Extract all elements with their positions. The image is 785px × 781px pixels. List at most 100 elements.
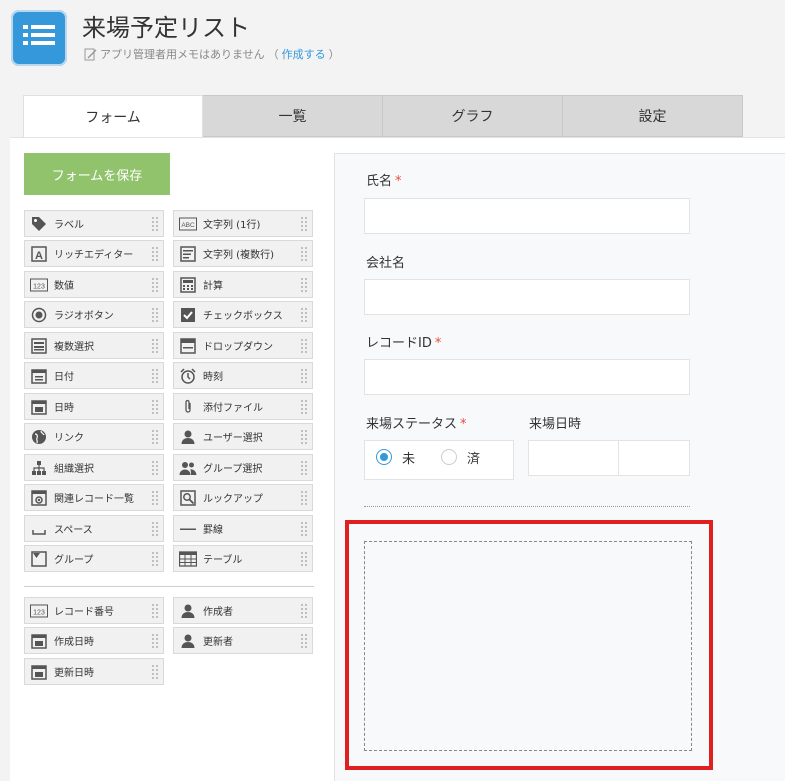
palette-radio[interactable]: ラジオボタン: [24, 301, 164, 328]
save-form-button[interactable]: フォームを保存: [24, 153, 170, 195]
drag-handle[interactable]: [151, 429, 159, 445]
palette-related-records[interactable]: 関連レコード一覧: [24, 484, 164, 511]
drag-handle[interactable]: [151, 277, 159, 293]
drag-handle[interactable]: [300, 460, 308, 476]
drag-handle[interactable]: [151, 216, 159, 232]
drag-handle[interactable]: [151, 603, 159, 619]
drag-handle[interactable]: [151, 521, 159, 537]
palette-org-select[interactable]: 組織選択: [24, 454, 164, 481]
palette-label-text: 時刻: [203, 372, 223, 383]
tab-settings[interactable]: 設定: [563, 95, 743, 137]
drag-handle[interactable]: [300, 551, 308, 567]
drag-handle[interactable]: [151, 633, 159, 649]
palette-lookup[interactable]: ルックアップ: [173, 484, 313, 511]
number-icon: 123: [30, 276, 48, 294]
palette-multi-line-text[interactable]: 文字列 (複数行): [173, 240, 313, 267]
drag-handle[interactable]: [300, 368, 308, 384]
palette-table[interactable]: テーブル: [173, 545, 313, 572]
drag-handle[interactable]: [300, 521, 308, 537]
drag-handle[interactable]: [300, 603, 308, 619]
palette-group[interactable]: グループ: [24, 545, 164, 572]
drag-handle[interactable]: [300, 399, 308, 415]
visit-date-field[interactable]: [528, 440, 619, 476]
text-abc-icon: ABC: [179, 215, 197, 233]
users-icon: [179, 459, 197, 477]
palette-time[interactable]: 時刻: [173, 362, 313, 389]
drag-handle[interactable]: [151, 490, 159, 506]
radio-option-sumi[interactable]: [441, 449, 457, 465]
palette-label-text: ドロップダウン: [203, 342, 273, 353]
palette-label-text: 組織選択: [54, 464, 94, 475]
palette-label-text: 日時: [54, 403, 74, 414]
palette-label-text: テーブル: [203, 555, 243, 566]
palette-number[interactable]: 123 数値: [24, 271, 164, 298]
checkbox-icon: [179, 306, 197, 324]
drag-handle[interactable]: [151, 664, 159, 680]
palette-label-text: グループ選択: [203, 464, 263, 475]
drag-handle[interactable]: [300, 277, 308, 293]
palette-checkbox[interactable]: チェックボックス: [173, 301, 313, 328]
name-field[interactable]: [364, 198, 690, 234]
palette-calc[interactable]: 計算: [173, 271, 313, 298]
drag-handle[interactable]: [300, 338, 308, 354]
user-icon: [179, 428, 197, 446]
table-icon: [179, 550, 197, 568]
form-separator: [364, 506, 690, 507]
dropdown-icon: [179, 337, 197, 355]
radio-button-icon: [30, 306, 48, 324]
drag-handle[interactable]: [300, 216, 308, 232]
palette-created-datetime[interactable]: 作成日時: [24, 627, 164, 654]
memo-create-link[interactable]: 作成する: [282, 46, 326, 62]
palette-rich-editor[interactable]: A リッチエディター: [24, 240, 164, 267]
drag-handle[interactable]: [151, 399, 159, 415]
palette-link[interactable]: リンク: [24, 423, 164, 450]
radio-option-mi[interactable]: [376, 449, 392, 465]
palette-updater[interactable]: 更新者: [173, 627, 313, 654]
palette-creator[interactable]: 作成者: [173, 597, 313, 624]
text-multiline-icon: [179, 245, 197, 263]
palette-dropdown[interactable]: ドロップダウン: [173, 332, 313, 359]
visit-time-field[interactable]: [618, 440, 690, 476]
drag-handle[interactable]: [151, 460, 159, 476]
drag-handle[interactable]: [300, 490, 308, 506]
drag-handle[interactable]: [151, 338, 159, 354]
palette-record-number[interactable]: 123 レコード番号: [24, 597, 164, 624]
palette-multi-select[interactable]: 複数選択: [24, 332, 164, 359]
calendar-icon: [30, 367, 48, 385]
palette-single-line-text[interactable]: ABC 文字列 (1行): [173, 210, 313, 237]
tab-list[interactable]: 一覧: [203, 95, 383, 137]
radio-label-mi: 未: [402, 452, 416, 467]
list-icon: [23, 25, 55, 45]
drag-handle[interactable]: [151, 368, 159, 384]
related-records-icon: [30, 489, 48, 507]
palette-datetime[interactable]: 日時: [24, 393, 164, 420]
tab-form[interactable]: フォーム: [23, 95, 203, 137]
drop-zone[interactable]: [364, 541, 692, 751]
palette-label[interactable]: ラベル: [24, 210, 164, 237]
palette-label-text: グループ: [54, 555, 94, 566]
palette-date[interactable]: 日付: [24, 362, 164, 389]
company-field[interactable]: [364, 279, 690, 315]
palette-border[interactable]: 罫線: [173, 515, 313, 542]
palette-label-text: 文字列 (複数行): [203, 250, 274, 261]
drag-handle[interactable]: [300, 429, 308, 445]
field-label-datetime: 来場日時: [529, 417, 582, 432]
palette-group-select[interactable]: グループ選択: [173, 454, 313, 481]
drag-handle[interactable]: [151, 551, 159, 567]
drag-handle[interactable]: [151, 307, 159, 323]
multi-select-icon: [30, 337, 48, 355]
palette-label-text: リンク: [54, 433, 84, 444]
tab-graph[interactable]: グラフ: [383, 95, 563, 137]
palette-attachment[interactable]: 添付ファイル: [173, 393, 313, 420]
drag-handle[interactable]: [300, 633, 308, 649]
drag-handle[interactable]: [151, 246, 159, 262]
palette-space[interactable]: スペース: [24, 515, 164, 542]
drag-handle[interactable]: [300, 307, 308, 323]
drag-handle[interactable]: [300, 246, 308, 262]
paperclip-icon: [179, 398, 197, 416]
record-id-field[interactable]: [364, 359, 690, 395]
palette-updated-datetime[interactable]: 更新日時: [24, 658, 164, 685]
svg-text:123: 123: [33, 283, 45, 290]
memo-text: アプリ管理者用メモはありません: [100, 48, 265, 61]
palette-user-select[interactable]: ユーザー選択: [173, 423, 313, 450]
